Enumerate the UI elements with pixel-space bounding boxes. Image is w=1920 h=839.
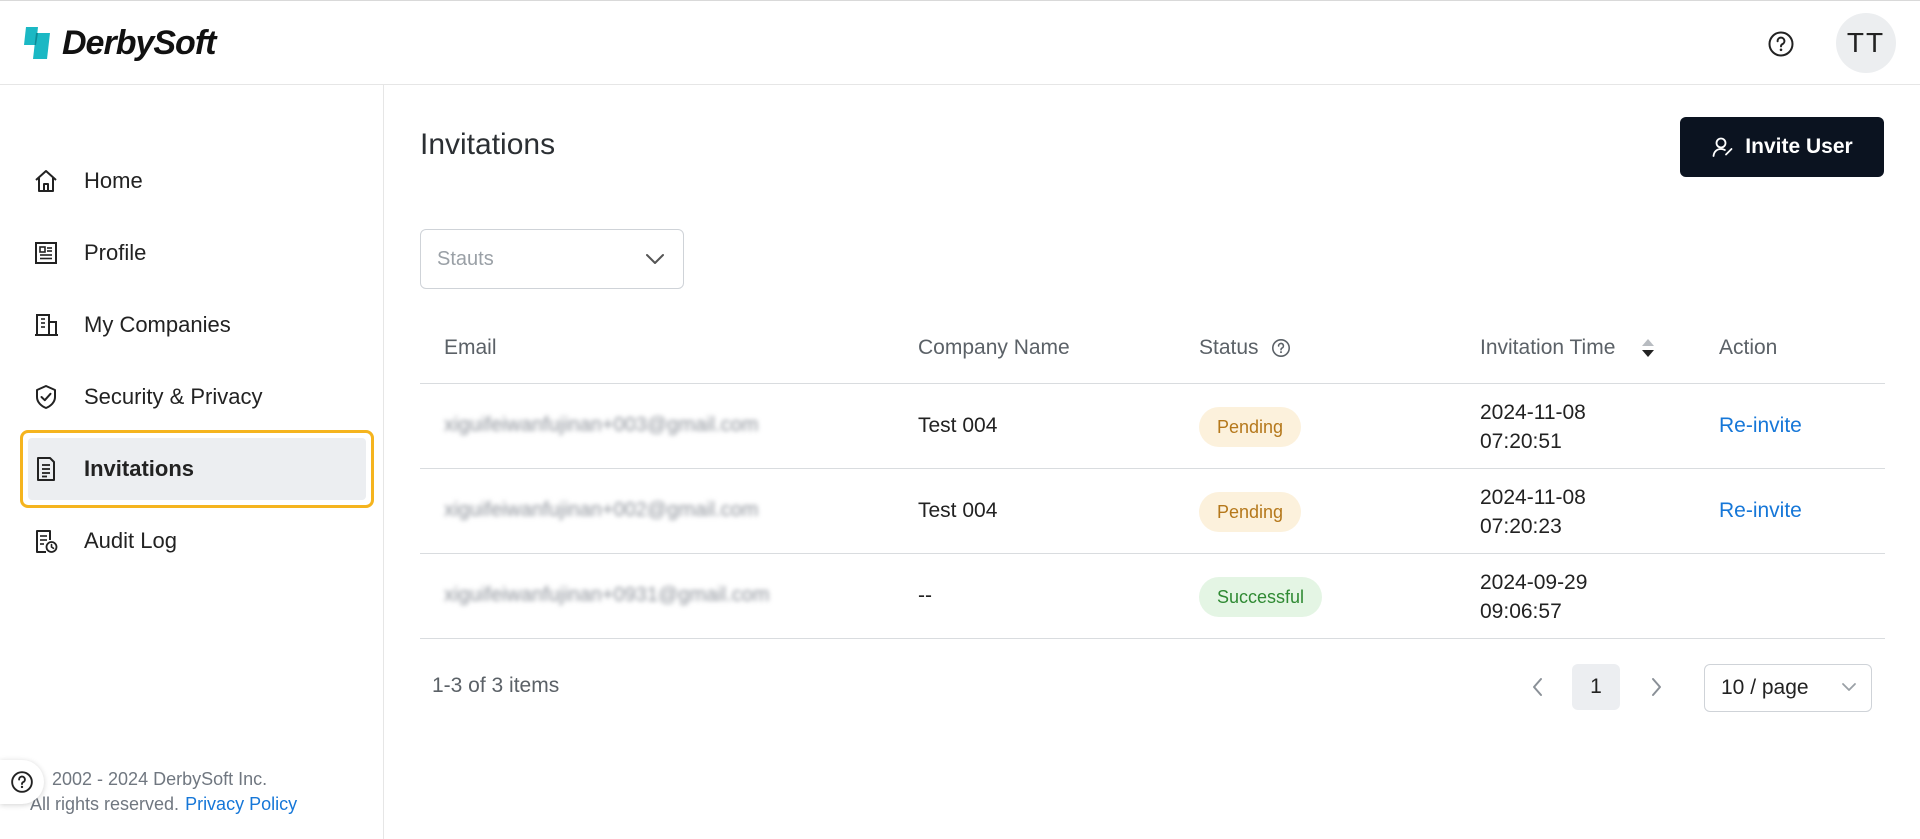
invitation-date: 2024-11-08: [1480, 401, 1586, 424]
company-cell: --: [918, 584, 932, 607]
page-number-button[interactable]: 1: [1572, 664, 1620, 710]
email-cell: xiguifeiwanfujinan+002@gmail.com: [444, 499, 759, 521]
active-highlight: [28, 438, 366, 500]
status-filter-placeholder: Stauts: [437, 247, 494, 270]
invitations-table: Email Company Name Status Invitation Tim…: [420, 316, 1885, 639]
sidebar-item-label: Security & Privacy: [84, 384, 263, 409]
reinvite-link[interactable]: Re-invite: [1719, 499, 1802, 523]
invitation-date: 2024-09-29: [1480, 571, 1588, 594]
invitation-clock: 09:06:57: [1480, 600, 1562, 623]
profile-card-icon: [32, 239, 60, 267]
sidebar: Home Profile My Companies Security & Pri…: [0, 85, 384, 839]
home-icon: [32, 167, 60, 195]
top-header: DerbySoft TT: [0, 0, 1920, 85]
privacy-policy-link[interactable]: Privacy Policy: [185, 794, 297, 814]
sidebar-item-audit-log[interactable]: Audit Log: [20, 505, 374, 577]
logo-mark-icon: [24, 27, 50, 59]
sidebar-footer: 2002 - 2024 DerbySoft Inc. All rights re…: [30, 767, 297, 817]
table-row: xiguifeiwanfujinan+002@gmail.com Test 00…: [420, 469, 1885, 554]
sort-icon[interactable]: [1641, 337, 1655, 359]
sidebar-item-profile[interactable]: Profile: [20, 217, 374, 289]
chevron-right-icon: [1652, 678, 1661, 696]
page-size-value: 10 / page: [1721, 676, 1809, 699]
next-page-button[interactable]: [1644, 674, 1668, 700]
invitation-date: 2024-11-08: [1480, 486, 1586, 509]
table-header: Email Company Name Status Invitation Tim…: [420, 316, 1885, 384]
logo-text: DerbySoft: [62, 23, 216, 62]
question-circle-icon[interactable]: [1271, 338, 1291, 358]
building-icon: [32, 311, 60, 339]
audit-log-icon: [32, 527, 60, 555]
chevron-down-icon: [1842, 683, 1856, 691]
column-header-company: Company Name: [918, 336, 1070, 359]
question-circle-icon: [1768, 31, 1794, 57]
table-row: xiguifeiwanfujinan+003@gmail.com Test 00…: [420, 384, 1885, 469]
invitation-time-cell: 2024-09-29 09:06:57: [1480, 568, 1587, 626]
derbysoft-logo[interactable]: DerbySoft: [24, 21, 216, 65]
column-header-time[interactable]: Invitation Time: [1480, 336, 1655, 360]
chevron-down-icon: [646, 254, 664, 264]
previous-page-button[interactable]: [1526, 674, 1550, 700]
chevron-left-icon: [1533, 678, 1542, 696]
sidebar-item-label: Audit Log: [84, 528, 177, 553]
question-circle-icon: [11, 771, 33, 793]
sidebar-item-label: Home: [84, 168, 143, 193]
sidebar-item-label: Profile: [84, 240, 147, 265]
floating-help-button[interactable]: [0, 760, 44, 804]
company-cell: Test 004: [918, 414, 998, 437]
invitation-time-cell: 2024-11-08 07:20:23: [1480, 483, 1586, 541]
help-button[interactable]: [1766, 29, 1796, 59]
reinvite-link[interactable]: Re-invite: [1719, 414, 1802, 438]
column-header-time-label: Invitation Time: [1480, 336, 1616, 359]
email-cell: xiguifeiwanfujinan+0931@gmail.com: [444, 584, 770, 606]
column-header-status: Status: [1199, 336, 1291, 360]
invitation-clock: 07:20:23: [1480, 515, 1562, 538]
pagination-summary: 1-3 of 3 items: [432, 674, 560, 697]
column-header-action: Action: [1719, 336, 1778, 359]
invite-user-button[interactable]: Invite User: [1680, 117, 1884, 177]
invitation-clock: 07:20:51: [1480, 430, 1562, 453]
status-filter-select[interactable]: Stauts: [420, 229, 684, 289]
table-row: xiguifeiwanfujinan+0931@gmail.com -- Suc…: [420, 554, 1885, 639]
status-badge: Pending: [1199, 492, 1302, 532]
company-cell: Test 004: [918, 499, 998, 522]
document-list-icon: [32, 455, 60, 483]
column-header-email: Email: [444, 336, 497, 359]
sidebar-item-security-privacy[interactable]: Security & Privacy: [20, 361, 374, 433]
sidebar-item-label: Invitations: [84, 456, 195, 481]
user-add-icon: [1712, 137, 1733, 157]
sidebar-item-invitations[interactable]: Invitations: [20, 430, 374, 508]
invitation-time-cell: 2024-11-08 07:20:51: [1480, 398, 1586, 456]
sidebar-item-label: My Companies: [84, 312, 231, 337]
page-title: Invitations: [420, 128, 556, 161]
column-header-status-label: Status: [1199, 336, 1259, 359]
status-badge: Successful: [1199, 577, 1323, 617]
invite-user-label: Invite User: [1745, 135, 1853, 158]
shield-check-icon: [32, 383, 60, 411]
copyright-text: 2002 - 2024 DerbySoft Inc.: [52, 769, 268, 789]
user-avatar[interactable]: TT: [1836, 13, 1896, 73]
email-cell: xiguifeiwanfujinan+003@gmail.com: [444, 414, 759, 436]
sidebar-item-my-companies[interactable]: My Companies: [20, 289, 374, 361]
page-size-select[interactable]: 10 / page: [1704, 664, 1872, 712]
status-badge: Pending: [1199, 407, 1302, 447]
rights-text: All rights reserved.: [30, 794, 180, 814]
sidebar-item-home[interactable]: Home: [20, 145, 374, 217]
